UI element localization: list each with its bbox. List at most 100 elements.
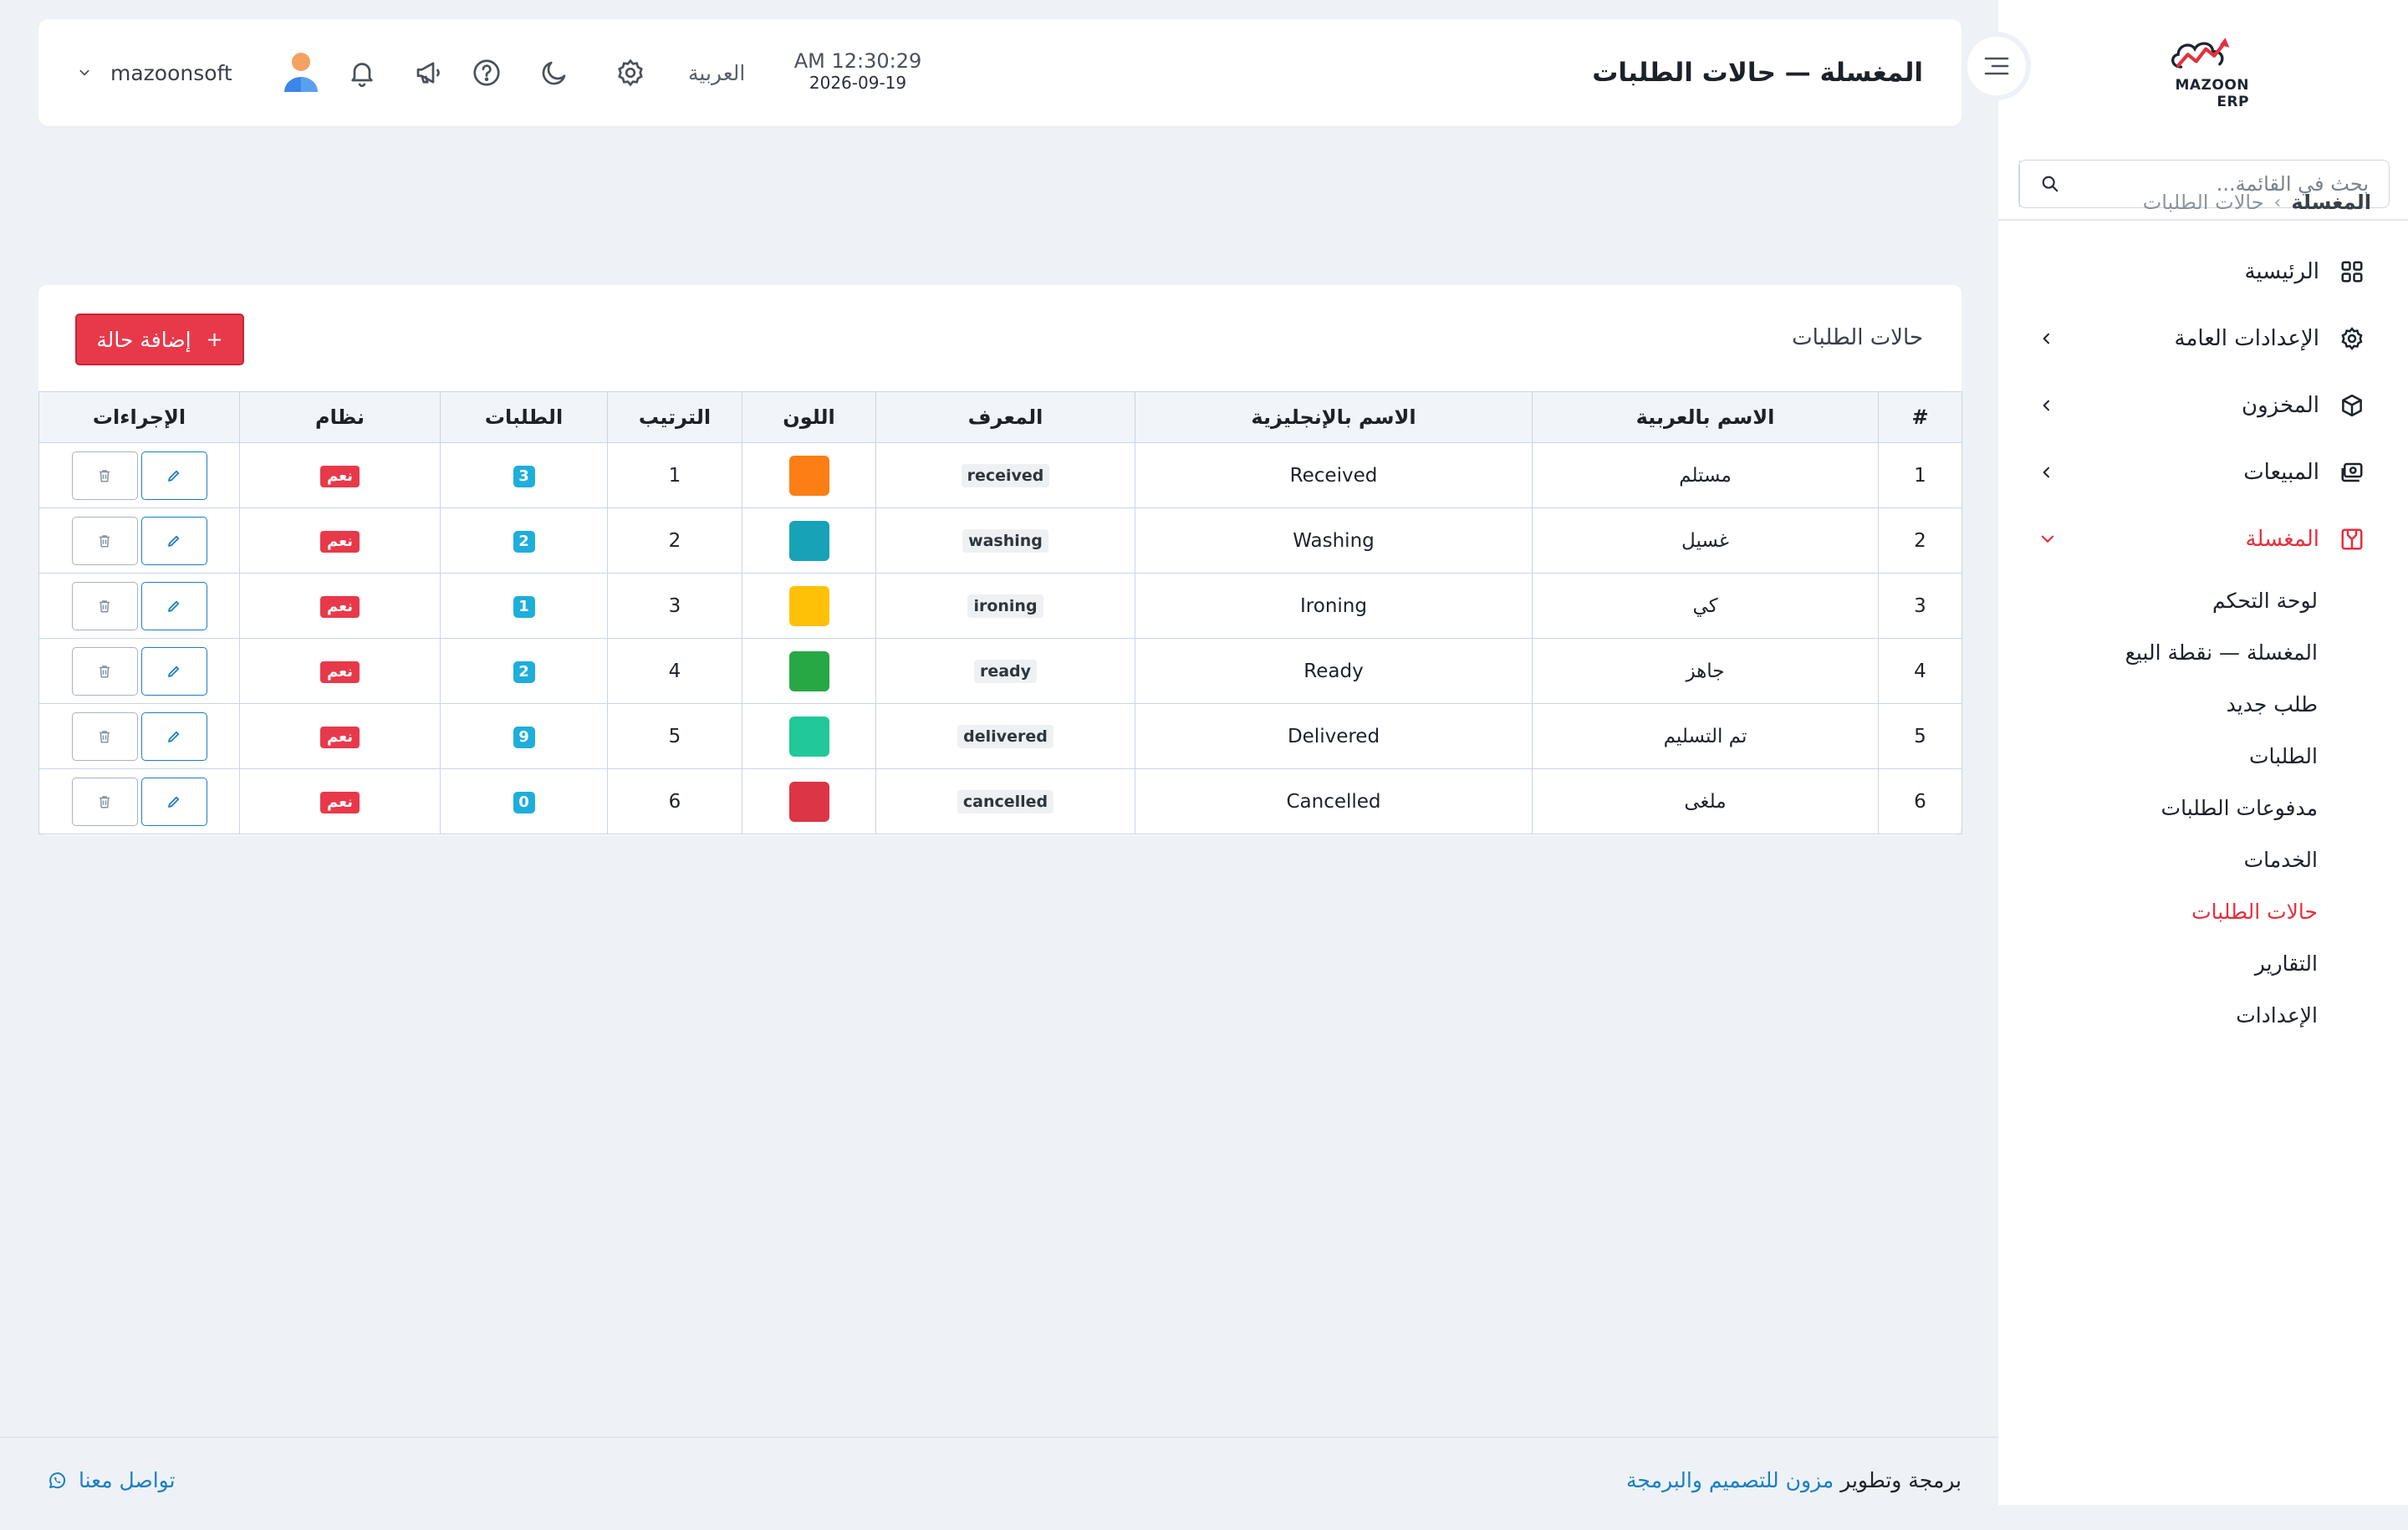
submenu-item-services[interactable]: الخدمات xyxy=(1998,834,2408,885)
whatsapp-icon xyxy=(49,1471,66,1488)
statuses-card: حالات الطلبات + إضافة حالة # الاسم بالعر… xyxy=(38,285,1962,835)
chevron-down-icon xyxy=(2040,527,2055,552)
cell-index: 4 xyxy=(1878,638,1962,704)
add-status-button[interactable]: + إضافة حالة xyxy=(75,314,244,365)
edit-button[interactable] xyxy=(140,646,207,696)
cell-name-en: Cancelled xyxy=(1135,768,1533,834)
cell-code: ready xyxy=(875,638,1135,704)
cell-orders-count: 1 xyxy=(440,573,608,639)
search-icon[interactable] xyxy=(2019,161,2079,207)
sidebar-item-inventory[interactable]: المخزون xyxy=(1998,372,2408,439)
color-swatch xyxy=(788,716,829,757)
delete-button[interactable] xyxy=(71,711,138,761)
cell-actions xyxy=(38,573,240,639)
mazoon-logo-icon xyxy=(2171,38,2230,69)
notification-bell-icon[interactable] xyxy=(345,56,379,89)
footer-divider xyxy=(0,1436,1998,1438)
footer-company-link[interactable]: مزون للتصميم والبرمجة xyxy=(1626,1468,1834,1492)
submenu-item-orders[interactable]: الطلبات xyxy=(1998,730,2408,782)
settings-gear-icon[interactable] xyxy=(614,56,647,89)
cell-name-ar: جاهز xyxy=(1532,638,1879,704)
col-header-code[interactable]: المعرف xyxy=(875,391,1135,443)
breadcrumb-home-link[interactable]: المغسلة xyxy=(2291,191,2371,214)
submenu-item-new-order[interactable]: طلب جديد xyxy=(1998,678,2408,730)
cell-system: نعم xyxy=(239,638,441,704)
col-header-name-ar[interactable]: الاسم بالعربية xyxy=(1532,391,1879,443)
code-chip: ready xyxy=(973,659,1038,683)
chevron-left-icon xyxy=(2040,460,2053,485)
cell-code: cancelled xyxy=(875,768,1135,834)
delete-button[interactable] xyxy=(71,516,138,565)
sidebar-item-general-settings[interactable]: الإعدادات العامة xyxy=(1998,305,2408,372)
color-swatch xyxy=(788,455,829,496)
edit-button[interactable] xyxy=(140,711,207,761)
gear-icon xyxy=(2338,324,2366,353)
col-header-name-en[interactable]: الاسم بالإنجليزية xyxy=(1135,391,1533,443)
delete-button[interactable] xyxy=(71,777,138,826)
cell-name-en: Ironing xyxy=(1135,573,1533,639)
cell-color xyxy=(742,638,876,704)
breadcrumb: المغسلة › حالات الطلبات xyxy=(2143,191,2371,214)
submenu-item-reports[interactable]: التقارير xyxy=(1998,937,2408,989)
system-badge: نعم xyxy=(319,595,360,618)
edit-button[interactable] xyxy=(140,777,207,826)
menu-icon xyxy=(1984,57,2009,75)
code-chip: washing xyxy=(962,528,1048,553)
sidebar-item-sales[interactable]: المبيعات xyxy=(1998,439,2408,506)
col-header-order[interactable]: الترتيب xyxy=(607,391,742,443)
col-header-system: نظام xyxy=(239,391,441,443)
orders-count-badge: 0 xyxy=(513,791,535,813)
cell-code: washing xyxy=(875,507,1135,574)
submenu-item-pos[interactable]: المغسلة — نقطة البيع xyxy=(1998,626,2408,678)
breadcrumb-separator-icon: › xyxy=(2273,191,2282,213)
row-actions xyxy=(40,777,238,826)
dark-mode-moon-icon[interactable] xyxy=(538,56,571,89)
chevron-left-icon xyxy=(2040,393,2053,418)
cell-actions xyxy=(38,507,240,574)
sidebar-toggle-button[interactable] xyxy=(1962,32,2031,100)
language-switcher[interactable]: العربية xyxy=(688,19,745,126)
delete-button[interactable] xyxy=(71,451,138,500)
submenu-item-settings[interactable]: الإعدادات xyxy=(1998,989,2408,1041)
cell-system: نعم xyxy=(239,703,441,769)
card-title: حالات الطلبات xyxy=(1792,325,1923,350)
delete-button[interactable] xyxy=(71,581,138,630)
trash-icon xyxy=(99,730,110,742)
cell-index: 2 xyxy=(1878,507,1962,574)
edit-button[interactable] xyxy=(140,516,207,565)
logo[interactable]: MAZOON ERP xyxy=(2149,35,2249,110)
sidebar: MAZOON ERP الرئيسية الإعدادات العامة xyxy=(1998,0,2408,1505)
cell-code: delivered xyxy=(875,703,1135,769)
col-header-orders-count[interactable]: الطلبات xyxy=(440,391,608,443)
color-swatch xyxy=(788,781,829,822)
system-badge: نعم xyxy=(319,660,360,683)
user-menu[interactable]: mazoonsoft xyxy=(79,19,319,126)
plus-icon: + xyxy=(206,328,223,351)
system-badge: نعم xyxy=(319,530,360,553)
cell-color xyxy=(742,768,876,834)
edit-button[interactable] xyxy=(140,451,207,500)
pencil-icon xyxy=(168,731,180,742)
code-chip: received xyxy=(961,463,1050,487)
sidebar-item-home[interactable]: الرئيسية xyxy=(1998,238,2408,305)
pencil-icon xyxy=(168,796,180,808)
submenu-item-order-payments[interactable]: مدفوعات الطلبات xyxy=(1998,782,2408,834)
megaphone-icon[interactable] xyxy=(411,56,445,89)
logo-text: MAZOON ERP xyxy=(2175,77,2249,110)
add-status-label: إضافة حالة xyxy=(96,327,191,352)
delete-button[interactable] xyxy=(71,646,138,696)
sidebar-item-label: المخزون xyxy=(2242,393,2319,418)
row-actions xyxy=(40,646,238,696)
submenu-item-order-statuses[interactable]: حالات الطلبات xyxy=(1998,885,2408,937)
trash-icon xyxy=(99,534,110,547)
statuses-table: # الاسم بالعربية الاسم بالإنجليزية المعر… xyxy=(38,391,1962,834)
grid-icon xyxy=(2338,258,2366,286)
help-icon[interactable] xyxy=(470,56,503,89)
submenu-item-dashboard[interactable]: لوحة التحكم xyxy=(1998,574,2408,626)
footer-credit: برمجة وتطوير مزون للتصميم والبرمجة xyxy=(1626,1468,1962,1492)
cell-orders-count: 3 xyxy=(440,442,608,508)
sidebar-item-laundry[interactable]: المغسلة xyxy=(1998,506,2408,573)
contact-us-link[interactable]: تواصل معنا xyxy=(47,1468,176,1492)
top-header: المغسلة — حالات الطلبات AM 12:30:29 2026… xyxy=(38,19,1962,126)
edit-button[interactable] xyxy=(140,581,207,630)
